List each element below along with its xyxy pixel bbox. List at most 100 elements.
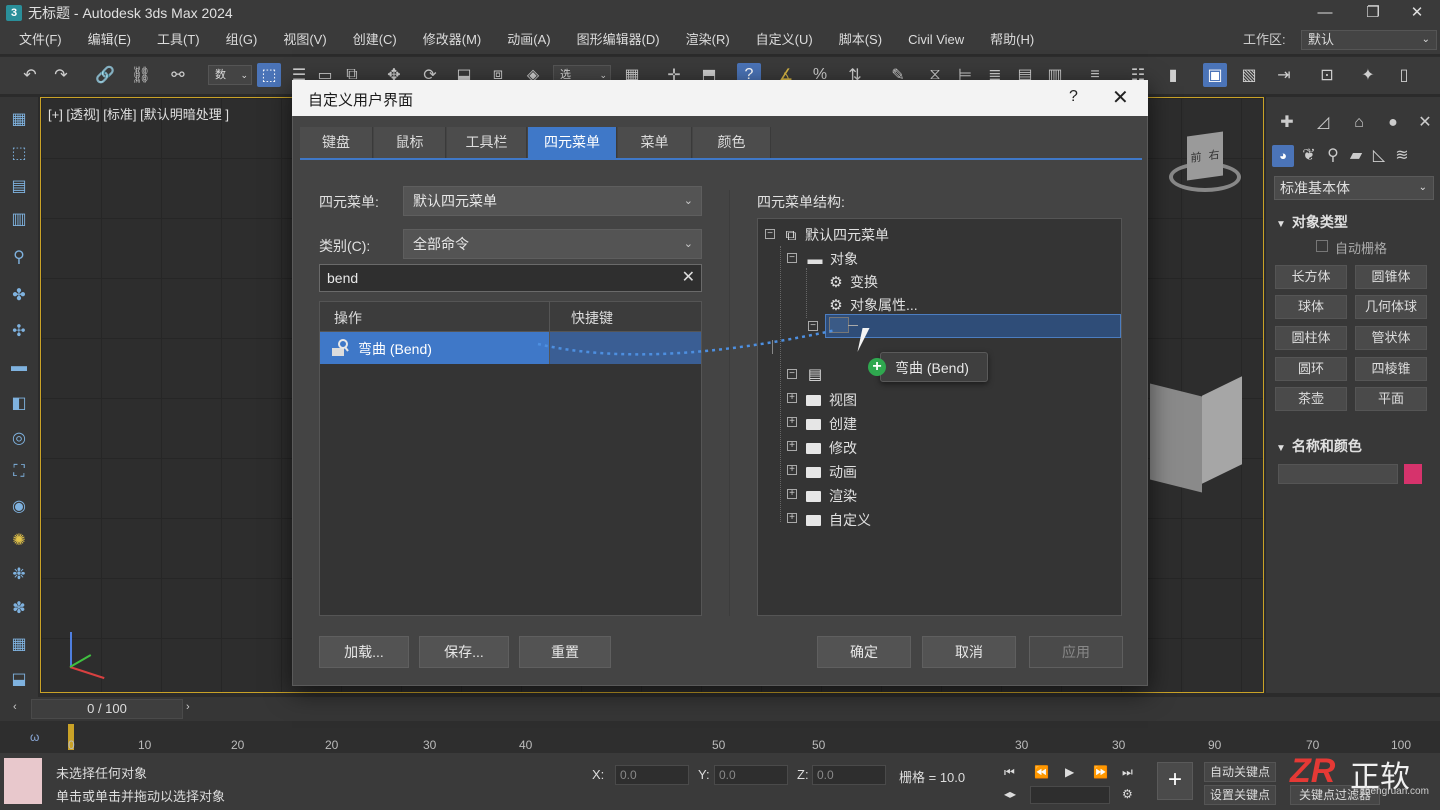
clear-search-icon[interactable]: ✕ <box>682 265 695 291</box>
box-button[interactable]: 长方体 <box>1275 265 1347 289</box>
cancel-button[interactable]: 取消 <box>922 636 1016 668</box>
expand-icon[interactable]: + <box>787 441 797 451</box>
save-button[interactable]: 保存... <box>419 636 509 668</box>
play-icon[interactable]: ▶ <box>1065 765 1074 779</box>
rendered-frame-window-icon[interactable]: ▧ <box>1237 63 1261 87</box>
dialog-close-button[interactable]: ✕ <box>1112 85 1129 110</box>
menu-edit[interactable]: 编辑(E) <box>75 26 144 54</box>
render-production-icon[interactable]: ⇥ <box>1272 63 1296 87</box>
open-autodesk-a360-icon[interactable]: ✦ <box>1356 63 1380 87</box>
link-icon[interactable]: 🔗 <box>93 63 117 87</box>
motion-panel-icon[interactable]: ● <box>1382 112 1404 134</box>
tab-menus[interactable]: 菜单 <box>618 127 692 159</box>
utilities-icon[interactable]: ◧ <box>8 392 30 414</box>
toolbox-icon[interactable]: ⬓ <box>8 668 30 690</box>
menu-view[interactable]: 视图(V) <box>270 26 339 54</box>
menu-rendering[interactable]: 渲染(R) <box>673 26 743 54</box>
redo-icon[interactable]: ↷ <box>49 63 73 87</box>
hierarchy-panel-icon[interactable]: ⌂ <box>1348 112 1370 134</box>
toggle-command-panel-icon[interactable]: ▯ <box>1392 63 1416 87</box>
tree-node-view[interactable]: 视图 <box>806 390 857 410</box>
object-type-header[interactable]: ▼ 对象类型 <box>1276 212 1348 232</box>
cameras-icon[interactable]: ▰ <box>1345 145 1367 167</box>
next-frame-icon[interactable]: › <box>186 701 190 713</box>
unlink-icon[interactable]: ⛓ <box>129 63 153 87</box>
torus-button[interactable]: 圆环 <box>1275 357 1347 381</box>
tab-colors[interactable]: 颜色 <box>693 127 771 159</box>
current-frame-field[interactable] <box>1030 786 1110 804</box>
helpers-icon[interactable]: ◺ <box>1368 145 1390 167</box>
apply-button[interactable]: 应用 <box>1029 636 1123 668</box>
y-coordinate-field[interactable]: 0.0 <box>714 765 788 785</box>
tree-node-root[interactable]: ⧉ 默认四元菜单 <box>783 225 889 245</box>
menu-scripting[interactable]: 脚本(S) <box>826 26 895 54</box>
menu-animation[interactable]: 动画(A) <box>494 26 563 54</box>
pyramid-button[interactable]: 四棱锥 <box>1355 357 1427 381</box>
go-to-end-icon[interactable]: ⏭ <box>1122 765 1133 780</box>
tab-mouse[interactable]: 鼠标 <box>374 127 446 159</box>
help-button[interactable]: ? <box>1069 88 1078 106</box>
collapse-icon[interactable]: − <box>787 253 797 263</box>
tree-node-animation[interactable]: 动画 <box>806 462 857 482</box>
viewport-label[interactable]: [+] [透视] [标准] [默认明暗处理 ] <box>48 104 229 123</box>
name-color-header[interactable]: ▼ 名称和颜色 <box>1276 436 1362 456</box>
sphere-button[interactable]: 球体 <box>1275 295 1347 319</box>
plane-button[interactable]: 平面 <box>1355 387 1427 411</box>
search-object-icon[interactable]: ⚲ <box>8 246 30 268</box>
render-online-icon[interactable]: ⊡ <box>1315 63 1339 87</box>
tree-node-customize[interactable]: 自定义 <box>806 510 871 530</box>
expand-icon[interactable]: + <box>787 489 797 499</box>
collapse-icon[interactable]: − <box>787 369 797 379</box>
space-warp-icon[interactable]: ✽ <box>8 597 30 619</box>
minimize-button[interactable]: — <box>1302 0 1348 26</box>
z-coordinate-field[interactable]: 0.0 <box>812 765 886 785</box>
menu-create[interactable]: 创建(C) <box>340 26 410 54</box>
layer-icon[interactable]: ▤ <box>8 175 30 197</box>
select-region-icon[interactable]: ⬚ <box>8 142 30 164</box>
menu-file[interactable]: 文件(F) <box>6 26 75 54</box>
material-editor-icon[interactable]: ▮ <box>1161 63 1185 87</box>
systems-icon[interactable]: ▦ <box>8 633 30 655</box>
tube-button[interactable]: 管状体 <box>1355 326 1427 350</box>
selection-filter-select[interactable]: 数 ⌄ <box>208 65 252 85</box>
tree-node-transform[interactable]: ⚙ 变换 <box>828 272 878 292</box>
object-name-input[interactable] <box>1278 464 1398 484</box>
menu-civil-view[interactable]: Civil View <box>895 26 977 54</box>
time-slider[interactable]: 0 / 100 <box>31 699 183 719</box>
object-color-swatch[interactable] <box>1404 464 1422 484</box>
action-search-input[interactable]: bend ✕ <box>319 264 702 292</box>
menu-help[interactable]: 帮助(H) <box>977 26 1047 54</box>
set-key-button[interactable]: 设置关键点 <box>1204 785 1276 805</box>
expand-icon[interactable]: + <box>787 513 797 523</box>
box-object[interactable] <box>1150 368 1242 493</box>
tree-node-display[interactable]: ▤ <box>806 365 830 383</box>
scene-explorer-icon[interactable]: ▦ <box>8 108 30 130</box>
sphere-icon[interactable]: ◎ <box>8 427 30 449</box>
shapes-icon[interactable]: ❦ <box>1298 145 1320 167</box>
create-panel-icon[interactable]: ✚ <box>1276 112 1298 134</box>
hierarchy-icon[interactable]: ✤ <box>8 284 30 306</box>
undo-icon[interactable]: ↶ <box>18 63 42 87</box>
next-key-icon[interactable]: ⏩ <box>1093 765 1108 779</box>
menu-modifiers[interactable]: 修改器(M) <box>410 26 495 54</box>
camera-icon[interactable]: ◉ <box>8 495 30 517</box>
primitive-type-select[interactable]: 标准基本体 ⌄ <box>1274 176 1434 200</box>
load-button[interactable]: 加载... <box>319 636 409 668</box>
expand-icon[interactable]: + <box>787 393 797 403</box>
expand-icon[interactable]: + <box>787 465 797 475</box>
tree-node-create[interactable]: 创建 <box>806 414 857 434</box>
modify-panel-icon[interactable]: ◿ <box>1312 112 1334 134</box>
column-action[interactable]: 操作 <box>334 308 362 328</box>
menu-customize[interactable]: 自定义(U) <box>743 26 826 54</box>
menu-group[interactable]: 组(G) <box>213 26 271 54</box>
table-row[interactable] <box>320 332 549 364</box>
category-select[interactable]: 全部命令 ⌄ <box>403 229 702 259</box>
ok-button[interactable]: 确定 <box>817 636 911 668</box>
cone-button[interactable]: 圆锥体 <box>1355 265 1427 289</box>
cylinder-button[interactable]: 圆柱体 <box>1275 326 1347 350</box>
expand-icon[interactable]: + <box>787 417 797 427</box>
menu-tools[interactable]: 工具(T) <box>144 26 213 54</box>
maxscript-listener[interactable] <box>4 758 42 804</box>
x-coordinate-field[interactable]: 0.0 <box>615 765 689 785</box>
autogrid-checkbox[interactable] <box>1316 240 1328 252</box>
